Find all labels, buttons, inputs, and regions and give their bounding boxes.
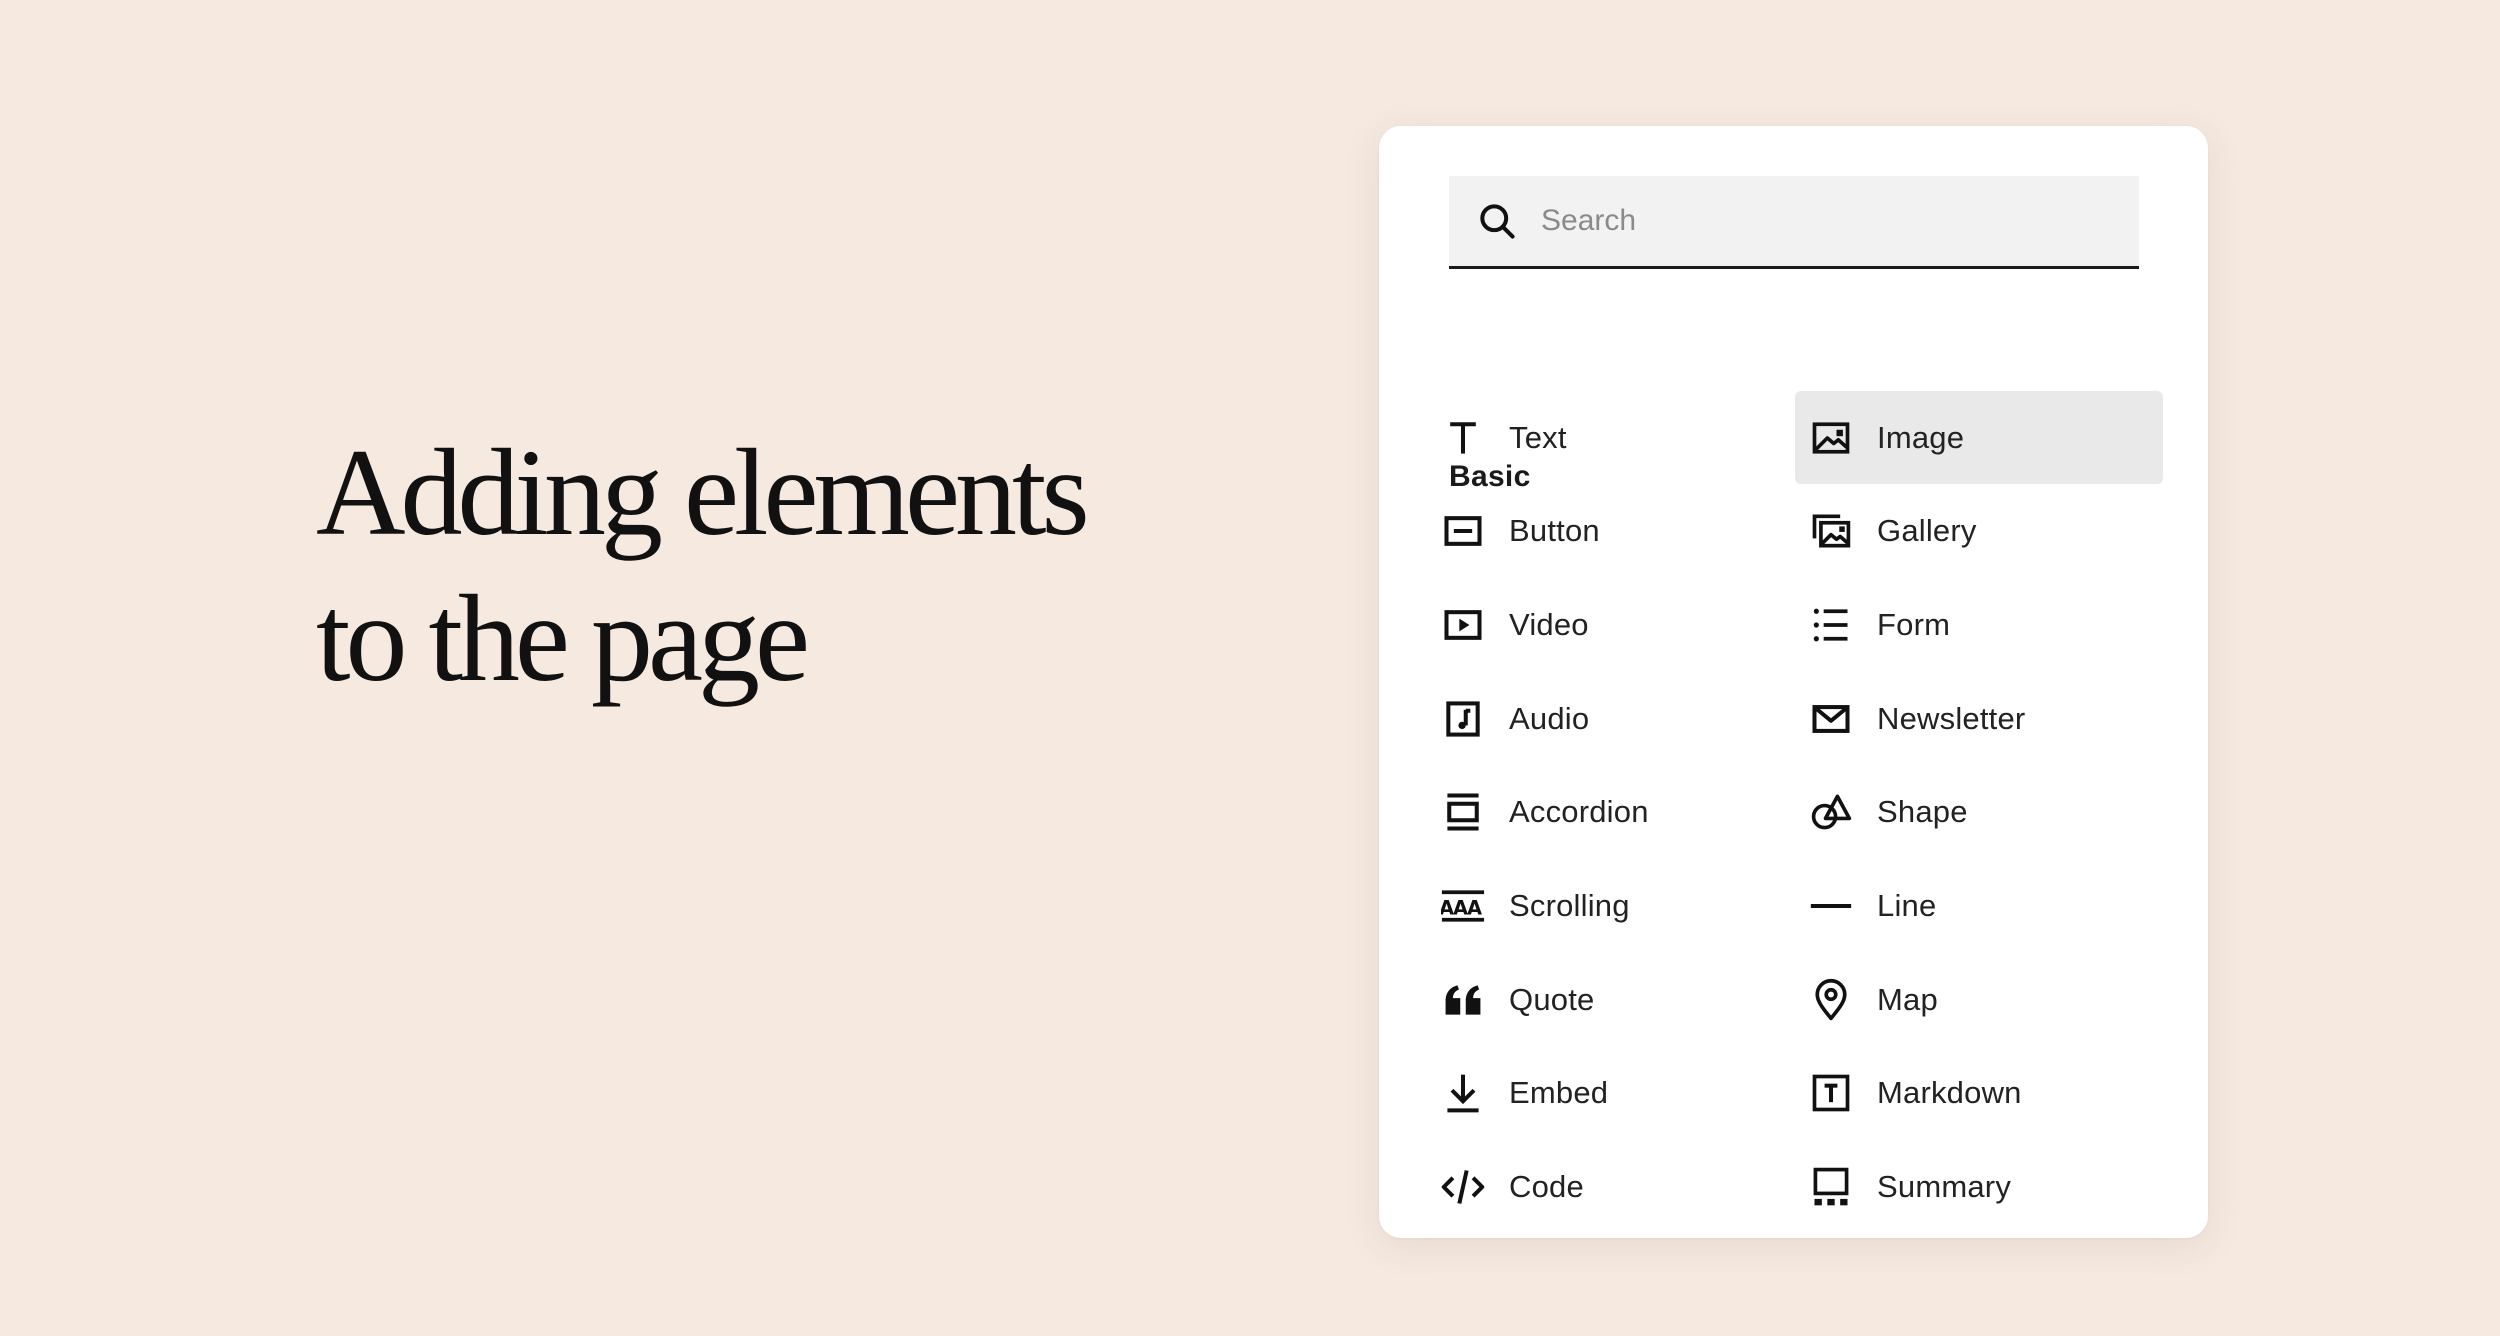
block-item-markdown[interactable]: Markdown xyxy=(1795,1047,2163,1140)
envelope-icon xyxy=(1807,695,1855,743)
scrolling-text-icon: AAA xyxy=(1439,882,1487,930)
block-item-label: Video xyxy=(1509,606,1589,642)
block-item-audio[interactable]: Audio xyxy=(1427,672,1795,765)
block-item-text[interactable]: Text xyxy=(1427,391,1795,484)
quote-icon xyxy=(1439,976,1487,1024)
block-grid: Text Image Button Gallery Video Form Aud… xyxy=(1427,391,2187,1234)
add-block-panel: Basic Text Image xyxy=(1379,126,2208,1238)
block-item-label: Image xyxy=(1877,419,1965,455)
map-pin-icon xyxy=(1807,976,1855,1024)
block-item-map[interactable]: Map xyxy=(1795,953,2163,1046)
text-icon xyxy=(1439,414,1487,462)
block-item-shape[interactable]: Shape xyxy=(1795,766,2163,859)
block-item-label: Map xyxy=(1877,981,1938,1017)
gallery-icon xyxy=(1807,507,1855,555)
block-item-scrolling[interactable]: AAA Scrolling xyxy=(1427,859,1795,952)
block-item-label: Quote xyxy=(1509,981,1595,1017)
block-item-gallery[interactable]: Gallery xyxy=(1795,485,2163,578)
block-item-label: Accordion xyxy=(1509,794,1649,830)
block-item-label: Gallery xyxy=(1877,513,1977,549)
block-item-label: Button xyxy=(1509,513,1600,549)
block-item-code[interactable]: Code xyxy=(1427,1141,1795,1234)
line-icon xyxy=(1807,882,1855,930)
svg-text:AAA: AAA xyxy=(1441,896,1482,919)
block-item-button[interactable]: Button xyxy=(1427,485,1795,578)
block-item-label: Scrolling xyxy=(1509,887,1630,923)
markdown-icon xyxy=(1807,1069,1855,1117)
block-item-label: Markdown xyxy=(1877,1075,2022,1111)
accordion-icon xyxy=(1439,788,1487,836)
block-item-label: Code xyxy=(1509,1169,1584,1204)
block-item-newsletter[interactable]: Newsletter xyxy=(1795,672,2163,765)
block-item-quote[interactable]: Quote xyxy=(1427,953,1795,1046)
block-item-label: Shape xyxy=(1877,794,1968,830)
block-item-label: Embed xyxy=(1509,1075,1609,1111)
summary-icon xyxy=(1807,1163,1855,1211)
block-item-form[interactable]: Form xyxy=(1795,578,2163,671)
shape-icon xyxy=(1807,788,1855,836)
search-icon xyxy=(1475,199,1519,243)
hero-title-line-2: to the page xyxy=(316,570,810,707)
hero-title: Adding elements to the page xyxy=(316,420,1176,712)
hero-title-line-1: Adding elements xyxy=(316,424,1090,561)
block-item-label: Text xyxy=(1509,419,1567,455)
block-item-summary[interactable]: Summary xyxy=(1795,1141,2163,1234)
block-item-label: Audio xyxy=(1509,700,1590,736)
block-item-label: Line xyxy=(1877,887,1937,923)
video-icon xyxy=(1439,601,1487,649)
code-icon xyxy=(1439,1163,1487,1211)
block-item-accordion[interactable]: Accordion xyxy=(1427,766,1795,859)
search-input[interactable] xyxy=(1541,204,2139,238)
audio-icon xyxy=(1439,695,1487,743)
list-icon xyxy=(1807,601,1855,649)
block-item-label: Summary xyxy=(1877,1169,2012,1204)
block-item-embed[interactable]: Embed xyxy=(1427,1047,1795,1140)
search-bar[interactable] xyxy=(1449,176,2139,269)
block-item-label: Form xyxy=(1877,606,1951,642)
image-icon xyxy=(1807,414,1855,462)
block-item-label: Newsletter xyxy=(1877,700,2026,736)
block-item-image[interactable]: Image xyxy=(1795,391,2163,484)
block-item-line[interactable]: Line xyxy=(1795,859,2163,952)
button-icon xyxy=(1439,507,1487,555)
download-icon xyxy=(1439,1069,1487,1117)
block-item-video[interactable]: Video xyxy=(1427,578,1795,671)
